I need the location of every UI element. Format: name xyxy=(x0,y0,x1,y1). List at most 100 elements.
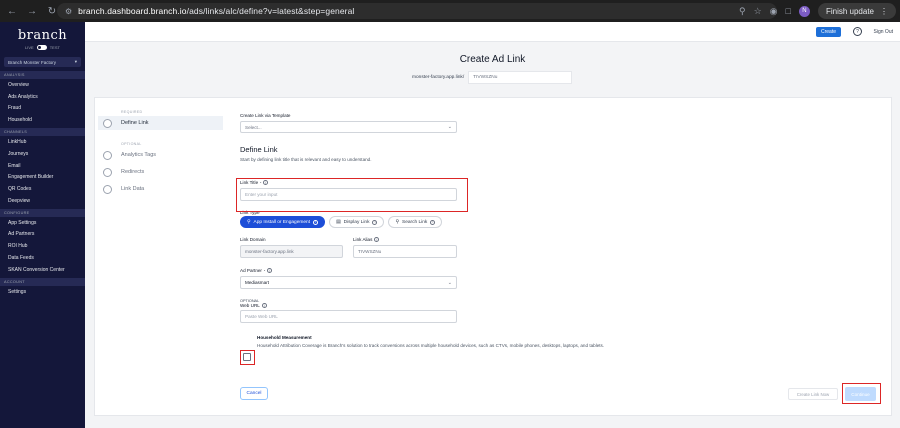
env-toggle-switch[interactable] xyxy=(36,45,47,50)
live-label: LIVE xyxy=(25,45,34,50)
section-header-account: ACCOUNT xyxy=(0,277,85,286)
info-icon[interactable]: i xyxy=(374,237,380,242)
step-link-data[interactable]: Link Data xyxy=(98,182,223,196)
ad-partner-label: Ad Partner * i xyxy=(240,268,880,273)
link-type-search[interactable]: ⚲ Search Link i xyxy=(388,216,443,228)
section-header-configure: CONFIGURE xyxy=(0,208,85,217)
info-icon: i xyxy=(372,219,378,225)
step-redirects[interactable]: Redirects xyxy=(98,165,223,179)
create-link-now-button[interactable]: Create Link Now xyxy=(788,388,838,400)
template-label: Create Link via Template xyxy=(240,113,291,118)
sidebar-item-qr-codes[interactable]: QR Codes xyxy=(0,183,85,195)
step-navigation: REQUIRED Define Link OPTIONAL Analytics … xyxy=(98,110,223,196)
step-label: Redirects xyxy=(121,169,145,175)
sidebar-item-deepview[interactable]: Deepview xyxy=(0,195,85,207)
sidebar-item-fraud[interactable]: Fraud xyxy=(0,103,85,115)
profile-avatar[interactable]: N xyxy=(798,5,810,17)
step-define-link[interactable]: Define Link xyxy=(98,116,223,130)
chevron-down-icon: ⌄ xyxy=(447,124,452,130)
app-header: Create ? Sign Out xyxy=(85,22,900,42)
pin-icon: ⚲ xyxy=(247,219,251,225)
step-circle-icon xyxy=(103,118,112,128)
highlight-household-checkbox xyxy=(240,350,255,365)
sidebar-item-journeys[interactable]: Journeys xyxy=(0,148,85,160)
cancel-button[interactable]: Cancel xyxy=(240,387,268,400)
web-url-label: Web URL i xyxy=(240,303,880,308)
ad-partner-select[interactable]: Mediasmart ⌄ xyxy=(240,276,457,289)
web-url-input[interactable]: Paste Web URL xyxy=(240,310,457,323)
optional-group-label: OPTIONAL xyxy=(121,142,142,146)
info-icon[interactable]: i xyxy=(267,268,273,273)
address-bar[interactable]: ⚙ branch.dashboard.branch.io/ads/links/a… xyxy=(57,3,777,19)
section-header-analysis: ANALYSIS xyxy=(0,71,85,79)
display-icon: ▤ xyxy=(336,219,341,225)
step-label: Analytics Tags xyxy=(121,152,157,158)
info-icon: i xyxy=(430,219,436,225)
step-label: Define Link xyxy=(121,120,149,126)
finish-update-button[interactable]: Finish update ⋮ xyxy=(817,3,896,19)
household-title: Household Measurement xyxy=(257,335,312,340)
step-circle-icon xyxy=(103,167,112,177)
sidebar-item-email[interactable]: Email xyxy=(0,160,85,172)
back-icon[interactable]: ← xyxy=(4,3,20,19)
step-circle-icon xyxy=(103,184,112,194)
section-header-channels: CHANNELS xyxy=(0,128,85,137)
org-selector[interactable]: Branch Monster Factory ▾ xyxy=(4,57,81,67)
sidebar-item-linkhub[interactable]: LinkHub xyxy=(0,136,85,148)
sign-out-link[interactable]: Sign Out xyxy=(874,29,893,35)
sidebar-item-household[interactable]: Household xyxy=(0,114,85,126)
link-type-app-install[interactable]: ⚲ App Install or Engagement i xyxy=(240,216,326,228)
forward-icon[interactable]: → xyxy=(24,3,40,19)
bookmark-star-icon[interactable]: ☆ xyxy=(754,6,762,17)
kebab-menu-icon: ⋮ xyxy=(880,6,888,16)
step-analytics-tags[interactable]: Analytics Tags xyxy=(98,148,223,162)
zoom-icon[interactable]: ⚲ xyxy=(739,6,746,17)
sidebar-item-settings[interactable]: Settings xyxy=(0,286,85,298)
chevron-down-icon: ⌄ xyxy=(447,279,452,286)
link-domain-field: monster-factory.app.link xyxy=(240,245,343,258)
household-description: Household Attribution Coverage is Branch… xyxy=(257,343,605,348)
sidebar-item-ad-partners[interactable]: Ad Partners xyxy=(0,229,85,241)
domain-label: monster-factory.app.link/ xyxy=(412,75,465,80)
sidebar-item-overview[interactable]: Overview xyxy=(0,79,85,91)
url-text: branch.dashboard.branch.io/ads/links/alc… xyxy=(78,6,355,16)
template-select[interactable]: Select... ⌄ xyxy=(240,121,457,133)
info-icon: i xyxy=(313,219,319,225)
sidebar-item-app-settings[interactable]: App Settings xyxy=(0,217,85,229)
live-test-toggle[interactable]: LIVE TEST xyxy=(0,45,85,50)
section-description: Start by defining link title that is rel… xyxy=(240,157,372,162)
link-alias-input[interactable]: TIVWSZNu xyxy=(353,245,457,258)
alias-preview-input[interactable]: TIVWSZNu xyxy=(468,71,573,84)
branch-logo[interactable]: branch xyxy=(0,28,85,43)
sidebar-item-ads-analytics[interactable]: Ads Analytics xyxy=(0,91,85,103)
continue-button[interactable]: Continue xyxy=(845,387,876,401)
required-group-label: REQUIRED xyxy=(121,110,143,114)
page-title: Create Ad Link xyxy=(459,54,526,65)
create-button[interactable]: Create xyxy=(815,27,841,37)
link-preview-row: monster-factory.app.link/ TIVWSZNu xyxy=(412,71,573,84)
link-alias-label: Link Alias i xyxy=(353,237,457,242)
caret-down-icon: ▾ xyxy=(74,59,77,64)
link-type-options: ⚲ App Install or Engagement i ▤ Display Lin… xyxy=(240,216,880,228)
search-icon: ⚲ xyxy=(395,219,399,225)
sidebar-item-engagement-builder[interactable]: Engagement Builder xyxy=(0,171,85,183)
browser-toolbar: ← → ↻ ⚙ branch.dashboard.branch.io/ads/l… xyxy=(0,0,900,22)
site-settings-icon[interactable]: ⚙ xyxy=(65,7,72,16)
link-domain-label: Link Domain xyxy=(240,237,266,242)
sidebar-item-roi-hub[interactable]: ROI Hub xyxy=(0,240,85,252)
org-name: Branch Monster Factory xyxy=(8,59,57,65)
highlight-link-title xyxy=(236,178,468,212)
step-label: Link Data xyxy=(121,186,145,192)
test-label: TEST xyxy=(49,45,60,50)
sidebar-item-data-feeds[interactable]: Data Feeds xyxy=(0,252,85,264)
help-icon[interactable]: ? xyxy=(853,27,862,36)
sidebar-item-skan-conversion-center[interactable]: SKAN Conversion Center xyxy=(0,264,85,276)
side-panel-icon[interactable]: □ xyxy=(786,6,791,16)
step-circle-icon xyxy=(103,150,112,160)
info-icon[interactable]: i xyxy=(261,303,267,308)
sidebar: branch LIVE TEST Branch Monster Factory … xyxy=(0,22,85,428)
extension-icon[interactable]: ◉ xyxy=(770,6,778,17)
define-link-form: Create Link via Template Select... ⌄ Defi… xyxy=(240,110,880,348)
section-title: Define Link xyxy=(240,145,278,154)
link-type-display[interactable]: ▤ Display Link i xyxy=(329,216,385,228)
